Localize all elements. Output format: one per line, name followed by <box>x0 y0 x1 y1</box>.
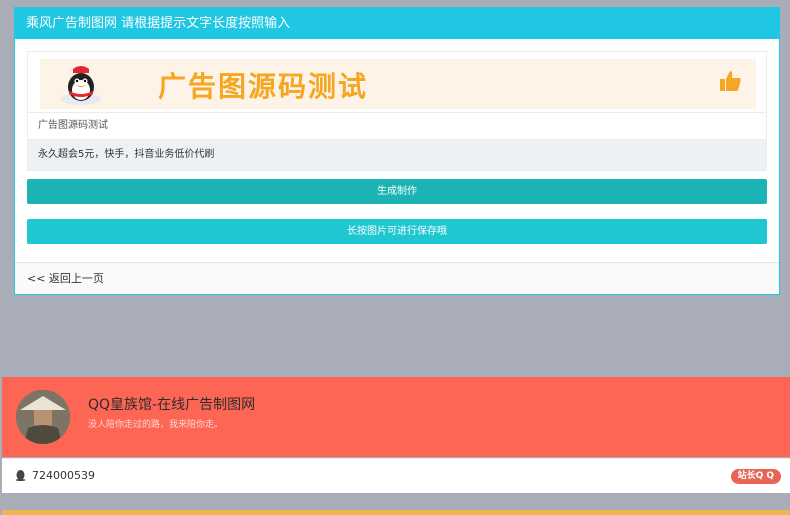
panel-title: 乘风广告制图网 请根据提示文字长度按照输入 <box>15 8 779 39</box>
qq-contact-bar: 724000539 站长Q Q <box>2 458 790 493</box>
generate-button[interactable]: 生成制作 <box>27 179 767 204</box>
thumbs-up-icon <box>720 71 741 91</box>
ad-text-field[interactable]: 广告图源码测试 <box>27 113 767 140</box>
profile-card: QQ皇族馆-在线广告制图网 没人陪你走过的路，我来陪你走。 <box>2 377 790 457</box>
contact-owner-button[interactable]: 站长Q Q <box>730 469 781 484</box>
qq-small-icon <box>15 470 26 481</box>
generator-panel: 乘风广告制图网 请根据提示文字长度按照输入 广告图源码测试 广告图源码测试 永久… <box>14 7 780 295</box>
ad-banner-title: 广告图源码测试 <box>158 70 369 103</box>
qq-number: 724000539 <box>32 469 95 482</box>
ad-subtext-field[interactable]: 永久超会5元，快手，抖音业务低价代刷 <box>27 140 767 171</box>
save-hint-button[interactable]: 长按图片可进行保存哦 <box>27 219 767 244</box>
ad-banner-image: 广告图源码测试 <box>40 59 756 109</box>
qq-penguin-icon <box>61 66 101 105</box>
site-name: QQ皇族馆-在线广告制图网 <box>88 397 256 413</box>
panel-footer: << 返回上一页 <box>15 262 779 294</box>
site-motto: 没人陪你走过的路，我来陪你走。 <box>88 420 224 430</box>
back-link[interactable]: << 返回上一页 <box>27 272 104 285</box>
bottom-strip <box>2 510 790 515</box>
ad-preview-box: 广告图源码测试 <box>27 51 767 113</box>
avatar-photo <box>16 390 70 444</box>
avatar <box>16 390 70 444</box>
panel-body: 广告图源码测试 广告图源码测试 永久超会5元，快手，抖音业务低价代刷 生成制作 … <box>15 39 779 244</box>
